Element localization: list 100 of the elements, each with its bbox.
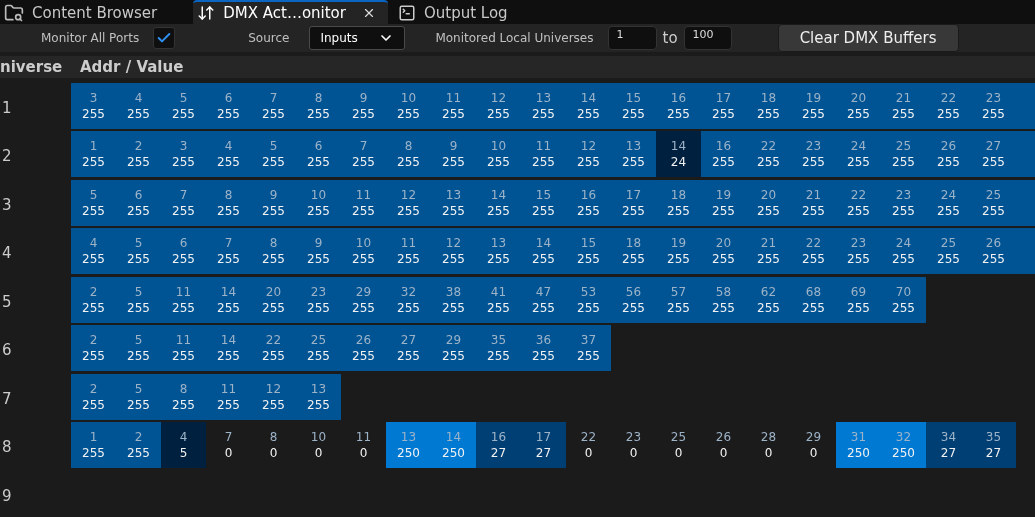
channel-address: 13: [400, 430, 417, 445]
channel-value: 255: [262, 203, 285, 218]
channel-value: 255: [352, 155, 375, 170]
channel-value: 255: [172, 300, 195, 315]
channel-value: 255: [307, 155, 330, 170]
checkbox[interactable]: [153, 26, 176, 49]
channel-value: 255: [982, 252, 1005, 267]
tab[interactable]: Output Log: [393, 0, 538, 24]
channel-address: 28: [760, 430, 777, 445]
channel-address: 8: [269, 236, 278, 251]
channel-value: 0: [269, 446, 278, 461]
channel-address: 27: [400, 333, 417, 348]
channel-address: 24: [940, 187, 957, 202]
channel-value: 255: [262, 349, 285, 364]
to-field[interactable]: 100: [683, 25, 732, 50]
channel-address: 11: [220, 381, 237, 396]
channel-value: 255: [442, 252, 465, 267]
channel-value: 255: [127, 252, 150, 267]
channel-address: 8: [269, 430, 278, 445]
channel-address: 2: [89, 284, 98, 299]
column-header: niverse: [0, 57, 64, 76]
channel-value: 255: [622, 106, 645, 121]
channel-value: 255: [82, 106, 105, 121]
from-field[interactable]: 1: [607, 25, 657, 50]
channel-value: 255: [127, 203, 150, 218]
channel-address: 20: [265, 284, 282, 299]
source-label: Source: [248, 30, 290, 45]
channel-value: 255: [532, 106, 555, 121]
channel-value: 255: [667, 252, 690, 267]
channel-address: 14: [220, 284, 237, 299]
channel-value: 255: [397, 349, 420, 364]
channel-address: 20: [850, 90, 867, 105]
channel-address: 16: [580, 187, 597, 202]
channel-address: 5: [179, 90, 188, 105]
channel-value: 255: [802, 300, 825, 315]
channel-address: 11: [445, 90, 462, 105]
folder-search-icon: [4, 2, 24, 23]
channel-value: 255: [172, 397, 195, 412]
channel-address: 11: [535, 139, 552, 154]
channel-address: 11: [355, 430, 372, 445]
channel-value: 0: [314, 446, 323, 461]
channel-address: 13: [310, 381, 327, 396]
channel-address: 3: [179, 139, 188, 154]
channel-value: 255: [172, 106, 195, 121]
channel-value: 255: [397, 106, 420, 121]
channel-address: 2: [134, 430, 143, 445]
channel-address: 32: [400, 284, 417, 299]
channel-value: 255: [667, 106, 690, 121]
channel-value: 255: [847, 155, 870, 170]
universe-number: 8: [1, 437, 13, 457]
channel-value: 255: [487, 106, 510, 121]
channel-value: 0: [359, 446, 368, 461]
tab[interactable]: Content Browser: [0, 0, 188, 24]
channel-value: 255: [802, 155, 825, 170]
channel-address: 22: [940, 90, 957, 105]
channel-address: 27: [985, 139, 1002, 154]
channel-value: 255: [352, 106, 375, 121]
channel-value: 255: [577, 300, 600, 315]
channel-address: 24: [895, 236, 912, 251]
channel-address: 11: [355, 187, 372, 202]
tab[interactable]: DMX Act…onitor: [193, 0, 388, 24]
channel-value: 27: [490, 446, 507, 461]
channel-value: 255: [352, 349, 375, 364]
channel-value: 255: [892, 252, 915, 267]
clear-buffers-button[interactable]: Clear DMX Buffers: [777, 23, 959, 52]
channel-address: 12: [445, 236, 462, 251]
channel-address: 13: [490, 236, 507, 251]
universe-number: 5: [1, 291, 13, 311]
channel-value: 0: [584, 446, 593, 461]
channel-address: 4: [179, 430, 188, 445]
channel-value: 255: [892, 203, 915, 218]
source-dropdown[interactable]: Inputs: [309, 25, 406, 50]
channel-value: 0: [674, 446, 683, 461]
channel-address: 25: [310, 333, 327, 348]
universe-number: 6: [1, 340, 13, 360]
channel-value: 255: [892, 300, 915, 315]
channel-value: 255: [397, 300, 420, 315]
universe-number: 1: [1, 97, 13, 117]
channel-address: 17: [625, 187, 642, 202]
channel-address: 26: [715, 430, 732, 445]
channel-value: 0: [629, 446, 638, 461]
channel-value: 0: [809, 446, 818, 461]
channel-address: 5: [134, 333, 143, 348]
channel-value: 255: [352, 252, 375, 267]
channel-value: 255: [352, 203, 375, 218]
channel-address: 1: [89, 139, 98, 154]
channel-value: 255: [262, 106, 285, 121]
channel-value: 255: [577, 155, 600, 170]
channel-value: 255: [667, 300, 690, 315]
channel-value: 255: [622, 252, 645, 267]
channel-address: 22: [805, 236, 822, 251]
universe-number: 4: [1, 243, 13, 263]
channel-value: 24: [670, 155, 687, 170]
channel-address: 29: [805, 430, 822, 445]
channel-address: 10: [355, 236, 372, 251]
channel-value: 5: [179, 446, 188, 461]
column-header: Addr / Value: [80, 57, 184, 76]
channel-value: 255: [802, 106, 825, 121]
channel-address: 47: [535, 284, 552, 299]
channel-value: 255: [127, 349, 150, 364]
